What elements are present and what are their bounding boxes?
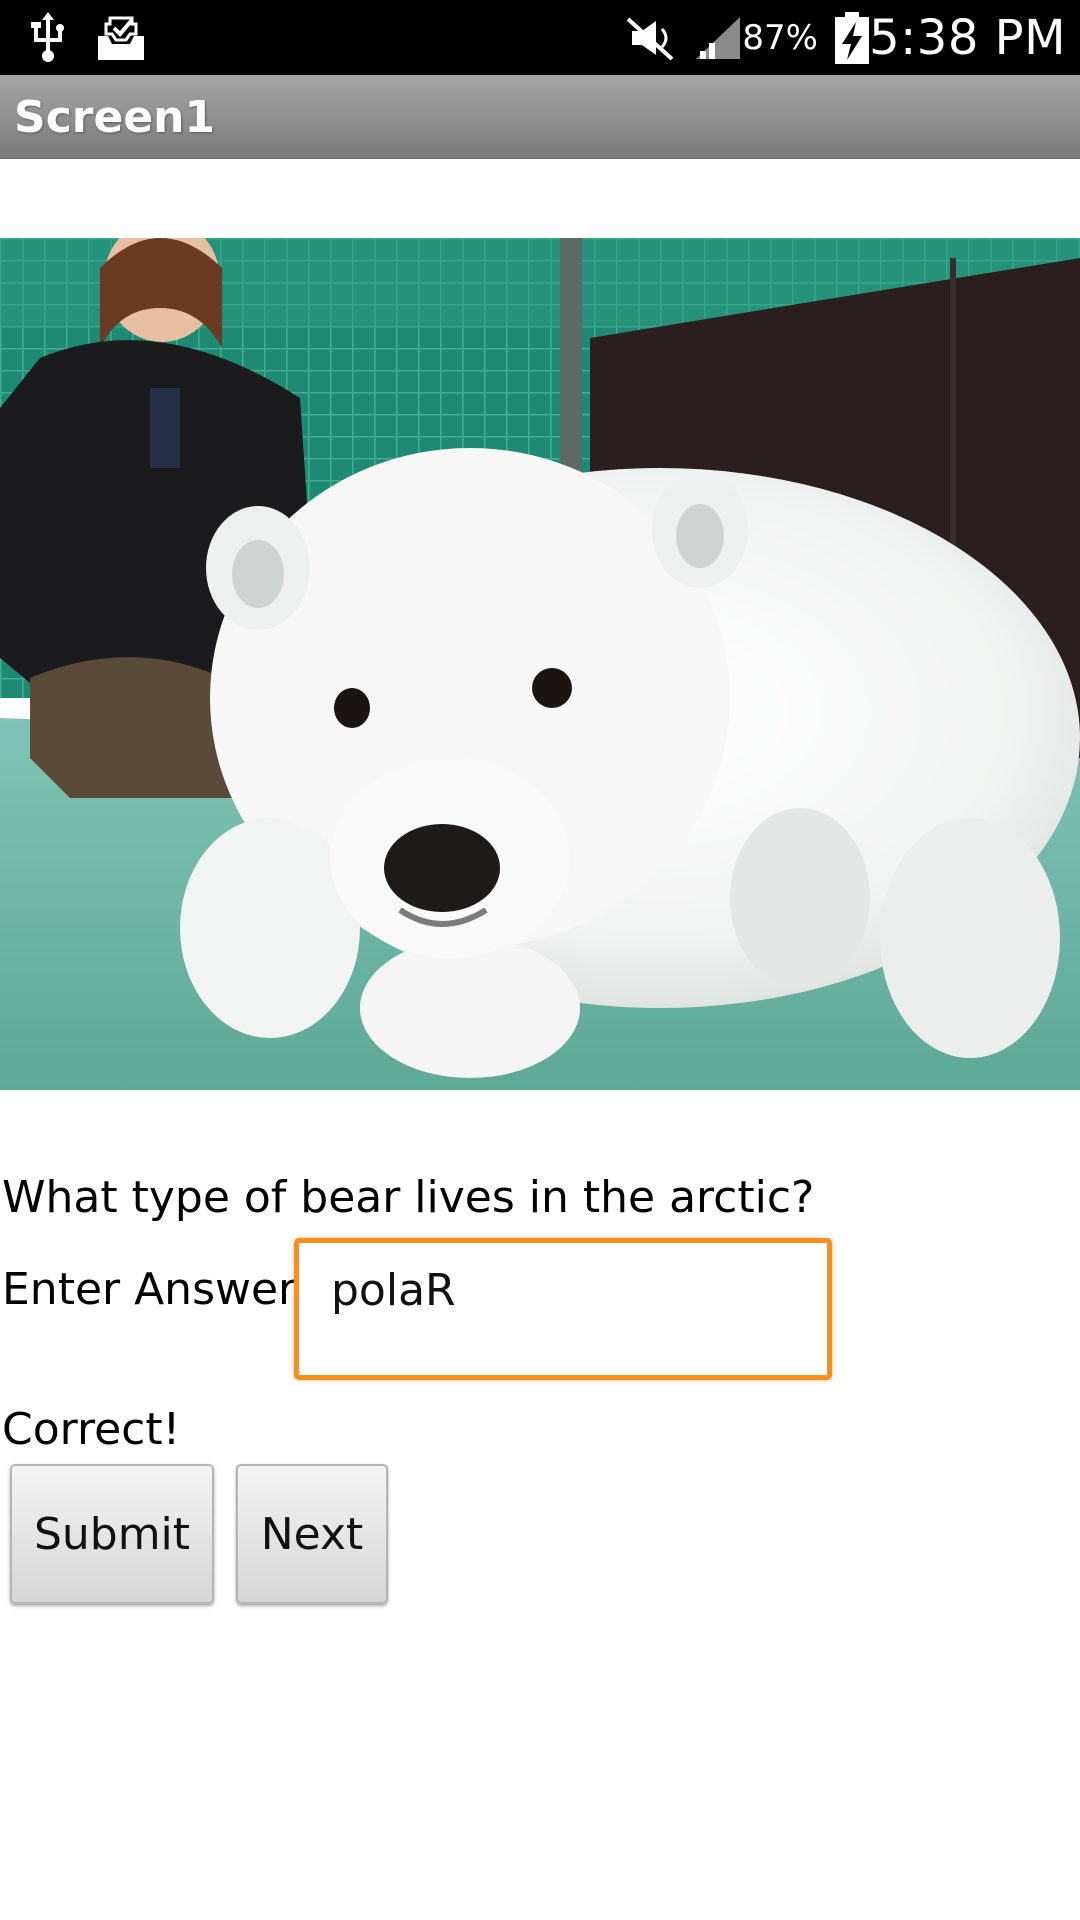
polar-bear-image [0,238,1080,1090]
battery-charging-icon [832,0,872,75]
question-text: What type of bear lives in the arctic? [2,1172,815,1223]
submit-button[interactable]: Submit [10,1464,214,1604]
result-text: Correct! [2,1404,181,1455]
screen-title: Screen1 [14,91,216,143]
battery-percent: 87% [742,17,818,58]
usb-icon [28,0,68,75]
answer-label: Enter Answer: [2,1264,311,1315]
app-title-bar: Screen1 [0,75,1080,159]
inbox-icon [96,0,146,75]
next-button[interactable]: Next [236,1464,388,1604]
signal-icon [694,0,742,75]
mute-icon [626,0,676,75]
clock: 5:38 PM [869,9,1066,66]
status-bar: 87% 5:38 PM [0,0,1080,75]
answer-input-value: polaR [331,1265,456,1316]
answer-input[interactable]: polaR [294,1238,832,1380]
